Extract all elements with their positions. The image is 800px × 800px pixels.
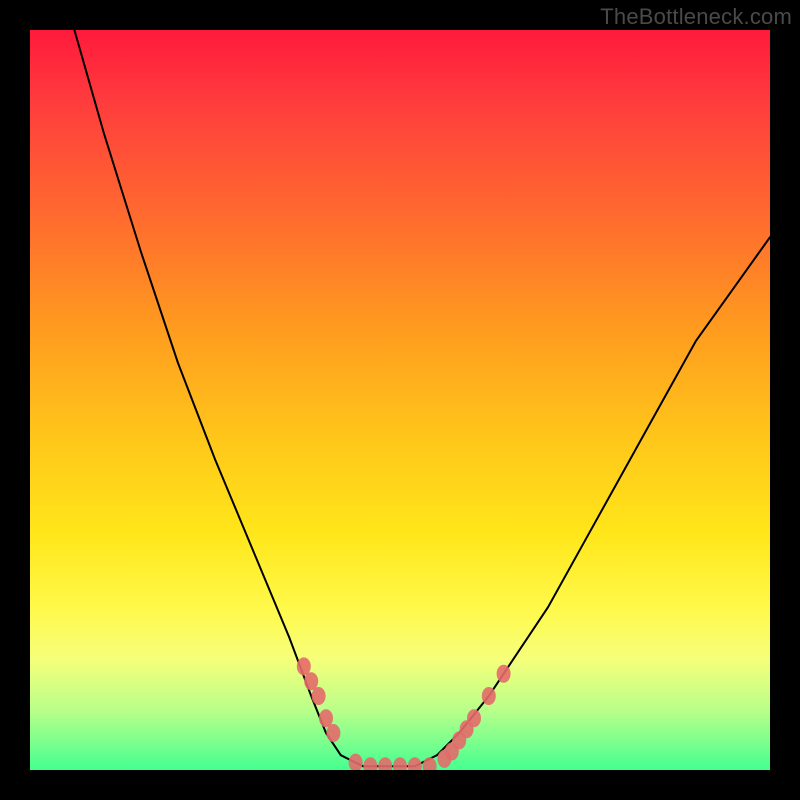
highlight-dot bbox=[460, 720, 474, 738]
highlight-dot bbox=[423, 757, 437, 770]
highlight-dot bbox=[445, 743, 459, 761]
highlight-dot bbox=[349, 754, 363, 770]
highlight-dot bbox=[482, 687, 496, 705]
watermark-text: TheBottleneck.com bbox=[600, 4, 792, 30]
highlight-dot bbox=[378, 757, 392, 770]
marker-group bbox=[297, 657, 511, 770]
plot-area bbox=[30, 30, 770, 770]
chart-frame: TheBottleneck.com bbox=[0, 0, 800, 800]
highlight-dot bbox=[304, 672, 318, 690]
highlight-dot bbox=[467, 709, 481, 727]
highlight-dot bbox=[319, 709, 333, 727]
highlight-dot bbox=[312, 687, 326, 705]
highlight-dot bbox=[452, 731, 466, 749]
curve-layer bbox=[30, 30, 770, 770]
bottleneck-curve bbox=[74, 30, 770, 766]
highlight-dot bbox=[363, 757, 377, 770]
highlight-dot bbox=[297, 657, 311, 675]
highlight-dot bbox=[326, 724, 340, 742]
highlight-dot bbox=[408, 757, 422, 770]
highlight-dot bbox=[437, 750, 451, 768]
highlight-dot bbox=[393, 757, 407, 770]
highlight-dot bbox=[497, 665, 511, 683]
